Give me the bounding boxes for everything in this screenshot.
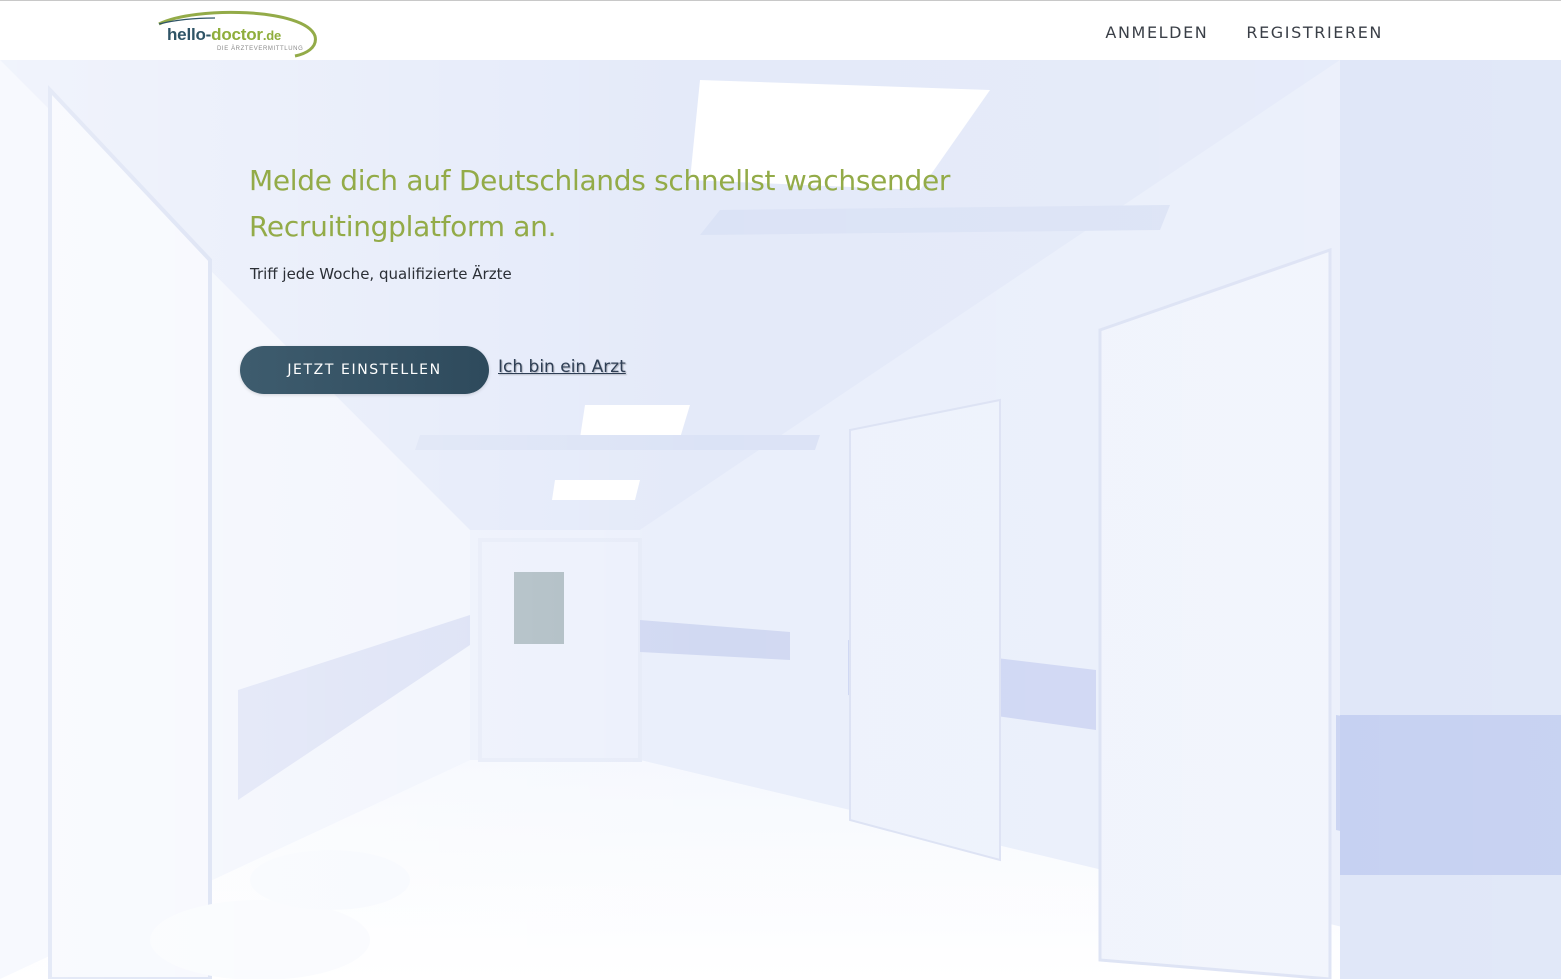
nav-register-link[interactable]: REGISTRIEREN: [1246, 23, 1383, 42]
logo-part-doctor: doctor: [211, 25, 263, 44]
logo[interactable]: hello-doctor.de DIE ÄRZTEVERMITTLUNG: [155, 10, 320, 58]
logo-part-hello: hello-: [167, 25, 212, 44]
logo-wordmark: hello-doctor.de: [167, 25, 281, 45]
logo-tagline: DIE ÄRZTEVERMITTLUNG: [217, 46, 304, 52]
main-nav: ANMELDEN REGISTRIEREN: [1105, 23, 1383, 42]
logo-part-de: .de: [262, 28, 282, 43]
hero-content: Melde dich auf Deutschlands schnellst wa…: [0, 60, 1561, 979]
hero-headline: Melde dich auf Deutschlands schnellst wa…: [249, 164, 951, 243]
hero-section: Melde dich auf Deutschlands schnellst wa…: [0, 60, 1561, 979]
jetzt-einstellen-button[interactable]: JETZT EINSTELLEN: [240, 346, 489, 394]
doctor-link[interactable]: Ich bin ein Arzt: [498, 357, 626, 377]
site-header: hello-doctor.de DIE ÄRZTEVERMITTLUNG ANM…: [0, 0, 1561, 60]
page: hello-doctor.de DIE ÄRZTEVERMITTLUNG ANM…: [0, 0, 1561, 979]
hero-subline: Triff jede Woche, qualifizierte Ärzte: [250, 265, 512, 283]
nav-login-link[interactable]: ANMELDEN: [1105, 23, 1208, 42]
